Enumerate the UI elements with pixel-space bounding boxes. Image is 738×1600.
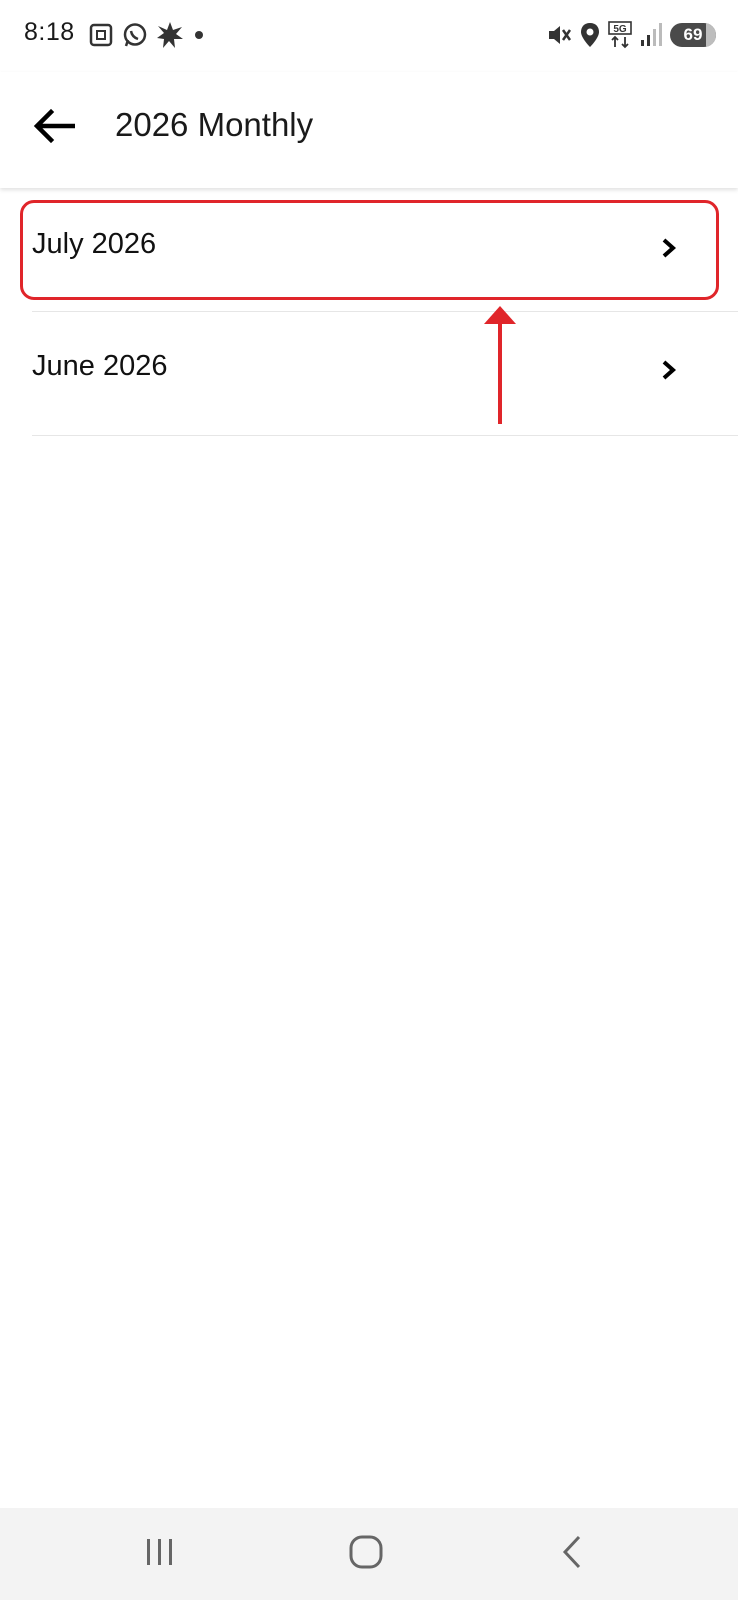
back-nav-icon bbox=[557, 1534, 587, 1575]
mute-icon bbox=[546, 22, 572, 48]
chevron-right-icon bbox=[658, 352, 682, 388]
screen: 8:18 5G 69 2026 Monthly July 2026 June 2… bbox=[0, 0, 738, 1600]
recent-apps-button[interactable] bbox=[136, 1530, 184, 1578]
back-button[interactable] bbox=[28, 102, 80, 154]
status-left-icons bbox=[88, 20, 206, 50]
app-bar: 2026 Monthly bbox=[0, 72, 738, 188]
5g-icon: 5G bbox=[608, 21, 632, 49]
month-list: July 2026 June 2026 bbox=[0, 190, 738, 436]
svg-text:5G: 5G bbox=[613, 24, 627, 35]
signal-icon bbox=[640, 22, 662, 48]
list-item-july-2026[interactable]: July 2026 bbox=[0, 190, 738, 312]
whatsapp-icon bbox=[122, 22, 148, 48]
battery-level: 69 bbox=[683, 25, 703, 44]
page-title: 2026 Monthly bbox=[115, 106, 314, 143]
status-bar: 8:18 5G 69 bbox=[0, 0, 738, 72]
list-item-label: June 2026 bbox=[32, 350, 168, 382]
list-item-june-2026[interactable]: June 2026 bbox=[0, 312, 738, 436]
recent-apps-icon bbox=[143, 1537, 177, 1572]
battery-icon: 69 bbox=[670, 23, 716, 47]
status-right-icons: 5G 69 bbox=[546, 20, 716, 50]
back-nav-button[interactable] bbox=[548, 1530, 596, 1578]
system-nav-bar bbox=[0, 1508, 738, 1600]
list-item-label: July 2026 bbox=[32, 228, 157, 260]
chevron-right-icon bbox=[658, 230, 682, 266]
screenshot-icon bbox=[88, 22, 114, 48]
home-icon bbox=[348, 1534, 384, 1575]
divider bbox=[32, 435, 738, 436]
dot-icon bbox=[192, 28, 206, 42]
arrow-left-icon bbox=[33, 108, 76, 149]
location-icon bbox=[580, 22, 600, 48]
home-button[interactable] bbox=[342, 1530, 390, 1578]
status-time: 8:18 bbox=[24, 18, 75, 46]
burst-icon bbox=[156, 21, 184, 49]
